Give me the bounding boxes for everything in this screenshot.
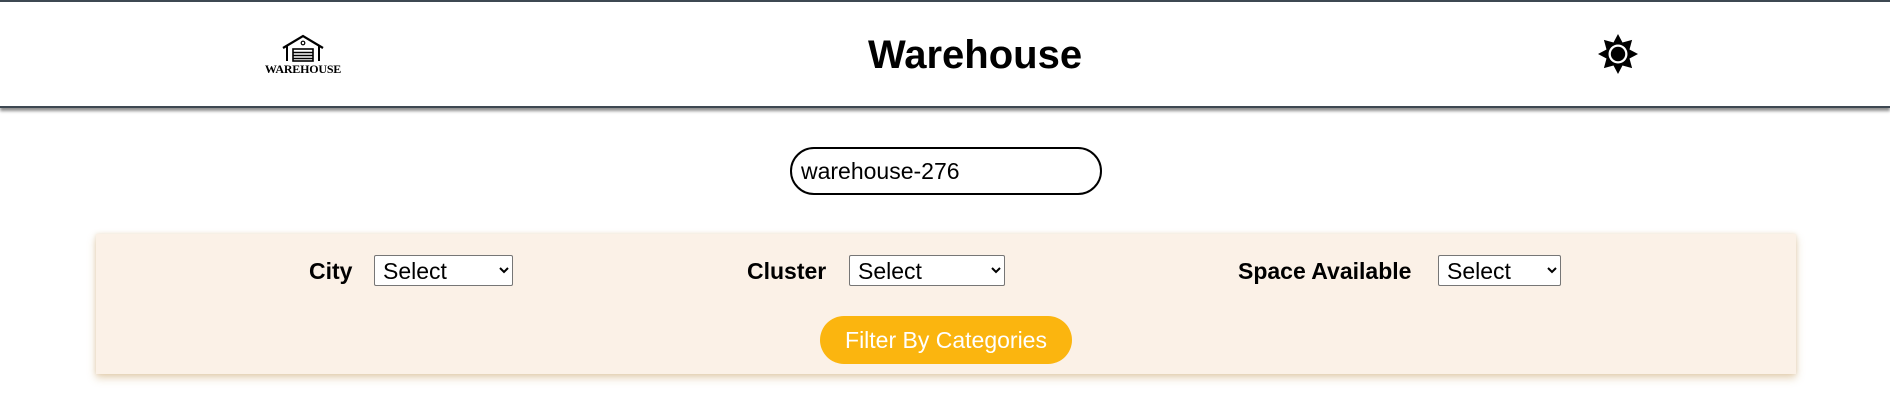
space-available-select[interactable]: Select	[1438, 255, 1561, 286]
space-available-label: Space Available	[1238, 258, 1412, 284]
filter-panel: City Select Cluster Select Space Availab…	[96, 234, 1796, 374]
search-input[interactable]	[790, 147, 1102, 195]
theme-toggle-button[interactable]	[1597, 33, 1639, 75]
cluster-select[interactable]: Select	[849, 255, 1005, 286]
city-label: City	[309, 258, 353, 284]
sun-icon	[1598, 34, 1638, 74]
cluster-label: Cluster	[747, 258, 827, 284]
city-select[interactable]: Select	[374, 255, 513, 286]
app-header: WAREHOUSE Warehouse	[0, 0, 1890, 108]
filter-by-categories-button[interactable]: Filter By Categories	[820, 316, 1072, 364]
